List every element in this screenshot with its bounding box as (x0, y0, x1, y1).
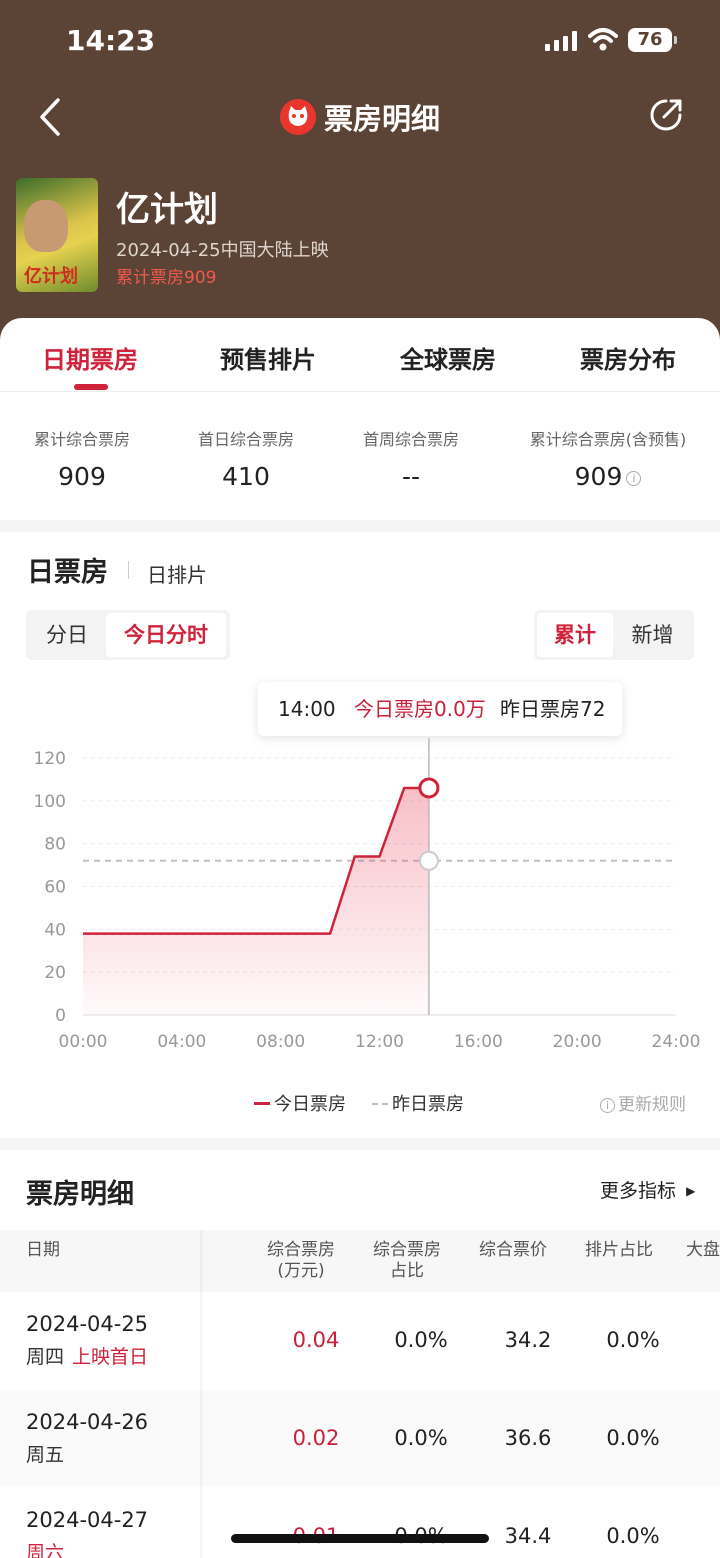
section-separator-2 (0, 1138, 720, 1150)
time-granularity-toggle: 分日 今日分时 (26, 610, 230, 660)
daily-schedule-link[interactable]: 日排片 (147, 559, 207, 588)
th-screen-share: 排片占比 (585, 1240, 653, 1260)
wifi-icon (588, 28, 618, 51)
table-row[interactable]: 2024-04-25 周四 上映首日 0.04 0.0% 34.2 0.0% (0, 1292, 720, 1388)
y-tick-label: 60 (44, 878, 66, 898)
nav-bar: 票房明细 (0, 88, 720, 146)
status-bar: 14:23 76 (0, 0, 720, 80)
legend-today: 今日票房 (254, 1090, 346, 1116)
x-tick-label: 20:00 (553, 1032, 602, 1052)
legend-today-swatch (254, 1102, 270, 1105)
poster-title: 亿计划 (24, 266, 78, 287)
more-metrics-button[interactable]: 更多指标 ▶ (600, 1176, 695, 1203)
section-title: 日票房 (27, 557, 108, 588)
caret-right-icon: ▶ (686, 1184, 696, 1198)
info-icon[interactable]: i (626, 471, 642, 486)
content-card: 日期票房 预售排片 全球票房 票房分布 累计综合票房 909 首日综合票房 41… (0, 318, 720, 1558)
x-tick-label: 00:00 (59, 1032, 108, 1052)
x-tick-label: 16:00 (454, 1032, 503, 1052)
stat-first-day: 首日综合票房 410 (197, 430, 294, 491)
signal-icon (545, 31, 577, 51)
update-rules-link[interactable]: i 更新规则 (600, 1090, 686, 1115)
y-tick-label: 100 (34, 792, 66, 812)
y-tick-label: 20 (44, 963, 66, 983)
th-box-share: 综合票房 占比 (373, 1240, 441, 1281)
home-indicator (231, 1534, 489, 1543)
title-text: 票房明细 (323, 102, 440, 136)
poster-figure (24, 200, 68, 252)
tab-distribution[interactable]: 票房分布 (580, 340, 676, 375)
movie-info: 亿计划 亿计划 2024-04-25中国大陆上映 累计票房909 (16, 178, 716, 298)
share-icon[interactable] (648, 96, 684, 134)
y-tick-label: 0 (55, 1006, 66, 1026)
tab-presale[interactable]: 预售排片 (220, 340, 316, 375)
section-separator (0, 520, 720, 532)
segment-by-day[interactable]: 分日 (30, 613, 104, 657)
segment-increment[interactable]: 新增 (614, 613, 691, 657)
th-market: 大盘 (686, 1240, 720, 1260)
yesterday-point-marker (418, 850, 439, 871)
table-title: 票房明细 (26, 1179, 134, 1210)
page-title: 票房明细 (0, 96, 720, 138)
table-header: 日期 综合票房 (万元) 综合票房 占比 综合票价 排片占比 大盘 (0, 1230, 720, 1292)
legend-yesterday: 昨日票房 (372, 1090, 464, 1116)
table-row[interactable]: 2024-04-26 周五 0.02 0.0% 36.6 0.0% (0, 1390, 720, 1486)
status-time: 14:23 (66, 24, 156, 57)
tab-daily-box[interactable]: 日期票房 (42, 340, 138, 375)
tooltip-yesterday: 昨日票房72 (500, 697, 606, 721)
battery-icon: 76 (628, 28, 677, 52)
th-box-office: 综合票房 (万元) (267, 1240, 335, 1281)
release-info: 2024-04-25中国大陆上映 (116, 240, 329, 261)
x-tick-label: 24:00 (652, 1032, 701, 1052)
cat-logo-icon (279, 99, 316, 135)
x-tick-label: 08:00 (256, 1032, 305, 1052)
legend-yesterday-swatch (372, 1103, 388, 1105)
x-tick-label: 04:00 (157, 1032, 206, 1052)
rules-info-icon: i (600, 1098, 615, 1113)
series-today-area (83, 787, 429, 1015)
segment-cumulative[interactable]: 累计 (537, 613, 613, 657)
movie-poster[interactable]: 亿计划 (16, 178, 98, 292)
tooltip-time: 14:00 (278, 697, 336, 721)
tab-indicator (74, 384, 108, 390)
y-tick-label: 120 (34, 749, 66, 769)
y-tick-label: 40 (44, 920, 66, 940)
y-tick-label: 80 (44, 835, 66, 855)
page: 14:23 76 票房明细 亿计划 亿计划 2024-04-25中国大陆上映 累… (0, 0, 720, 1558)
table-row[interactable]: 2024-04-27 周六 0.01 0.0% 34.4 0.0% (0, 1488, 720, 1558)
today-point-marker (418, 777, 440, 799)
divider (128, 561, 129, 579)
movie-title: 亿计划 (116, 190, 218, 230)
summary-stats: 累计综合票房 909 首日综合票房 410 首周综合票房 -- 累计综合票房(含… (0, 408, 720, 518)
tab-global[interactable]: 全球票房 (400, 340, 496, 375)
stat-cumulative: 累计综合票房 909 (33, 430, 130, 491)
tooltip-today: 今日票房0.0万 (354, 697, 486, 721)
th-date: 日期 (26, 1240, 60, 1260)
segment-today-hourly[interactable]: 今日分时 (106, 613, 226, 657)
frozen-column-shadow (200, 1230, 204, 1558)
total-box-office: 累计票房909 (116, 268, 217, 288)
box-office-line-chart[interactable]: 0 20 40 60 80 100 120 00:00 04:00 08:00 12:00 16:00… (0, 738, 720, 1058)
stat-cumulative-presale: 累计综合票房(含预售) 909 i (529, 430, 687, 491)
value-mode-toggle: 累计 新增 (534, 610, 694, 660)
tab-bar: 日期票房 预售排片 全球票房 票房分布 (0, 318, 720, 392)
th-avg-price: 综合票价 (479, 1240, 547, 1260)
chart-tooltip: 14:00 今日票房0.0万 昨日票房72 (258, 682, 622, 736)
stat-first-week: 首周综合票房 -- (362, 430, 459, 491)
x-tick-label: 12:00 (355, 1032, 404, 1052)
